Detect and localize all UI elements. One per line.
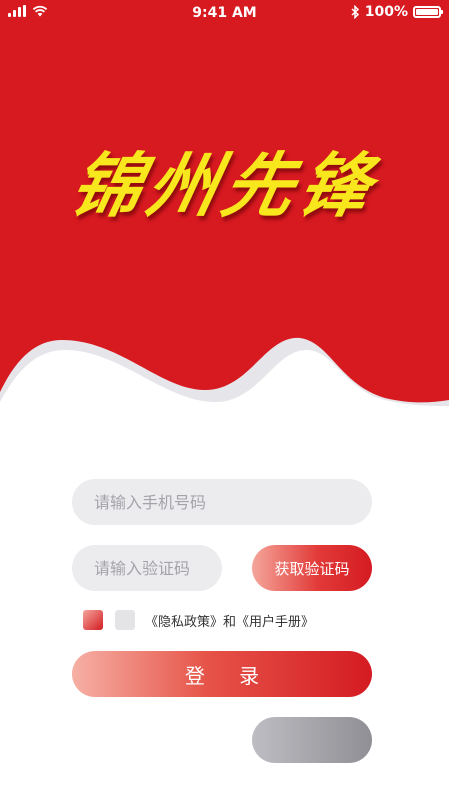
battery-icon (413, 6, 443, 18)
secondary-button[interactable] (252, 717, 372, 763)
wave-divider (0, 337, 449, 440)
app-title: 锦州先锋 (63, 144, 385, 227)
get-code-button[interactable]: 获取验证码 (252, 545, 372, 591)
phone-input[interactable] (72, 479, 372, 525)
status-bar: 9:41 AM 100% (0, 0, 449, 26)
bluetooth-icon (351, 5, 359, 19)
checkbox-icon[interactable] (115, 610, 135, 630)
verification-code-input[interactable] (72, 545, 222, 591)
battery-percent: 100% (364, 4, 408, 20)
agreement-row: 《隐私政策》和《用户手册》 (83, 610, 314, 630)
agree-checkbox[interactable] (83, 610, 103, 630)
agreement-link[interactable]: 《隐私政策》和《用户手册》 (145, 611, 314, 630)
login-button[interactable]: 登 录 (72, 651, 372, 697)
